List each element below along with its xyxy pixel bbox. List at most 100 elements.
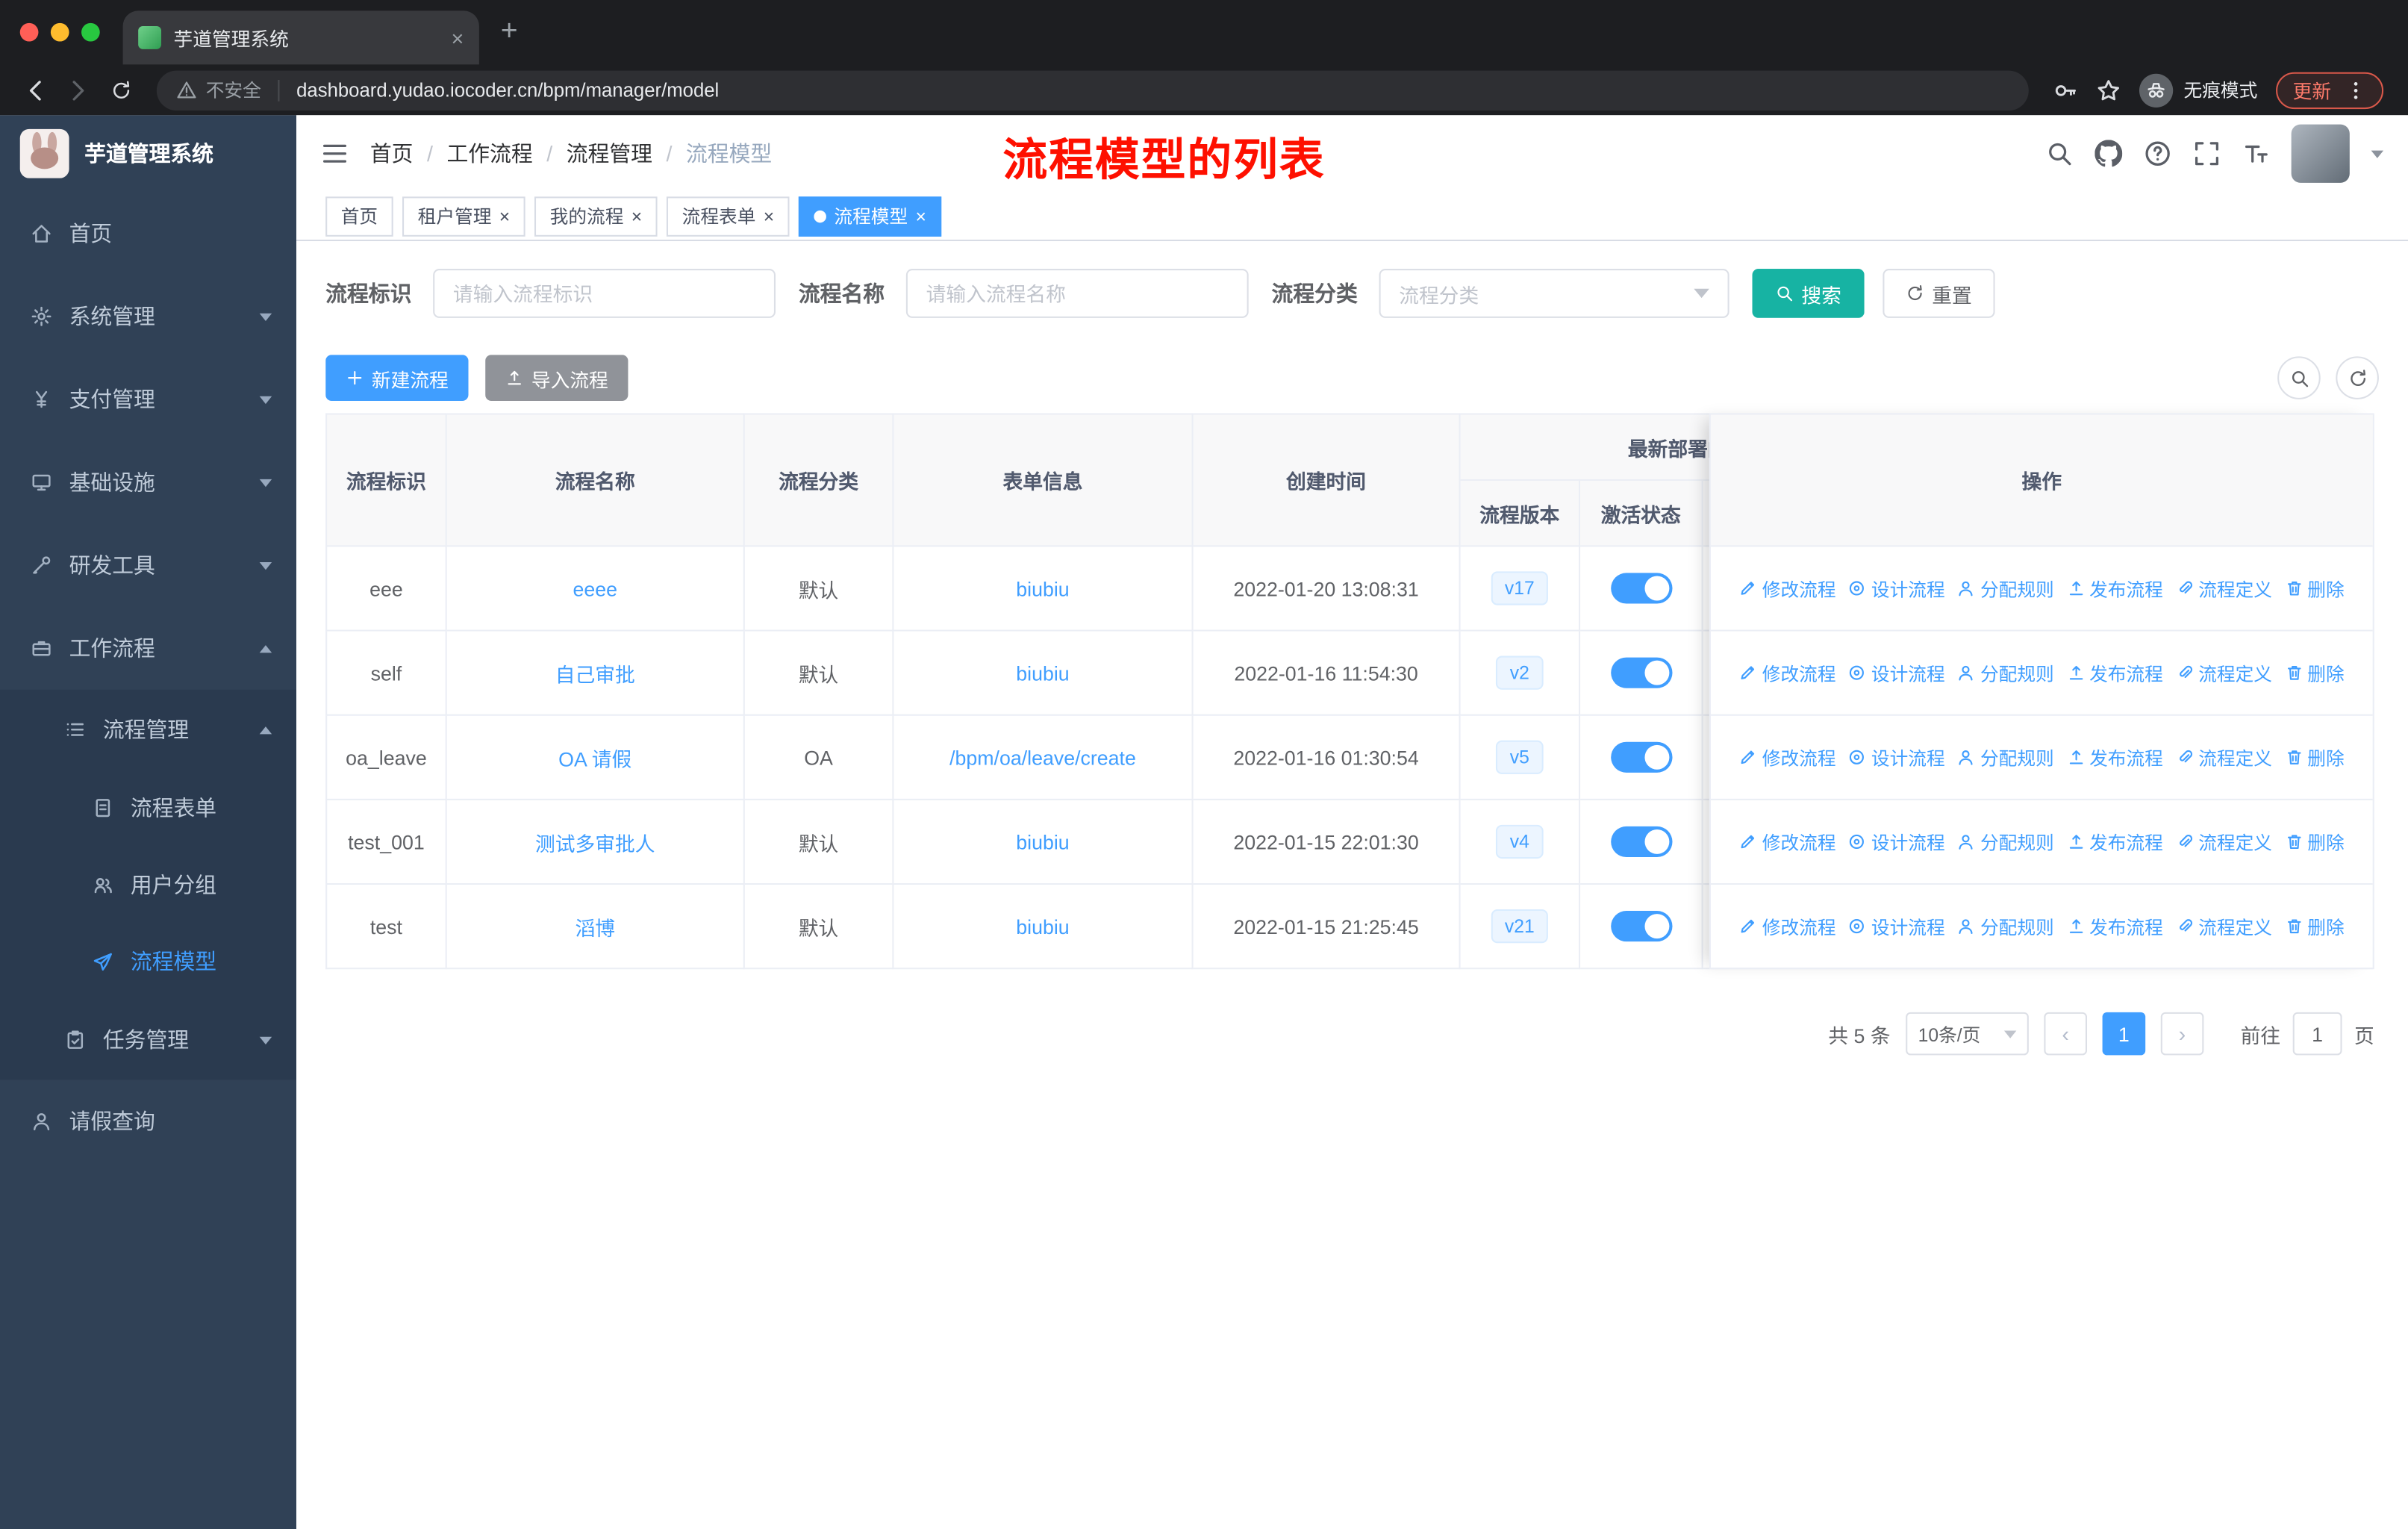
sidebar-item-leave-query[interactable]: 请假查询: [0, 1080, 296, 1162]
tag-home[interactable]: 首页: [325, 196, 393, 236]
page-size-select[interactable]: 10条/页: [1906, 1012, 2029, 1056]
tag-my-process[interactable]: 我的流程 ×: [534, 196, 658, 236]
app-logo-row[interactable]: 芋道管理系统: [0, 115, 296, 192]
design-process-link[interactable]: 设计流程: [1848, 829, 1945, 855]
publish-process-link[interactable]: 发布流程: [2066, 744, 2163, 770]
active-toggle[interactable]: [1610, 911, 1672, 942]
window-close-button[interactable]: [19, 22, 39, 42]
model-name-link[interactable]: 自己审批: [555, 663, 635, 686]
filter-id-input[interactable]: [433, 269, 776, 318]
create-process-button[interactable]: 新建流程: [325, 355, 469, 401]
window-zoom-button[interactable]: [81, 22, 100, 42]
import-process-button[interactable]: 导入流程: [485, 355, 628, 401]
assign-rule-link[interactable]: 分配规则: [1957, 913, 2054, 939]
prev-page-button[interactable]: ‹: [2044, 1012, 2087, 1056]
model-name-link[interactable]: 滔博: [575, 916, 615, 939]
sidebar-item-process-management[interactable]: 流程管理: [0, 690, 296, 770]
design-process-link[interactable]: 设计流程: [1848, 744, 1945, 770]
search-button[interactable]: 搜索: [1752, 269, 1865, 318]
form-link[interactable]: /bpm/oa/leave/create: [949, 746, 1136, 769]
reset-button[interactable]: 重置: [1883, 269, 1995, 318]
delete-process-link[interactable]: 删除: [2284, 913, 2345, 939]
modify-process-link[interactable]: 修改流程: [1739, 575, 1836, 601]
github-icon[interactable]: [2094, 140, 2122, 167]
model-name-link[interactable]: eeee: [573, 577, 617, 600]
assign-rule-link[interactable]: 分配规则: [1957, 829, 2054, 855]
sidebar-item-user-group[interactable]: 用户分组: [0, 847, 296, 924]
next-page-button[interactable]: ›: [2160, 1012, 2204, 1056]
process-definition-link[interactable]: 流程定义: [2175, 660, 2272, 686]
model-name-link[interactable]: 测试多审批人: [535, 832, 655, 855]
publish-process-link[interactable]: 发布流程: [2066, 660, 2163, 686]
form-link[interactable]: biubiu: [1016, 577, 1069, 600]
active-toggle[interactable]: [1610, 573, 1672, 604]
fullscreen-icon[interactable]: [2193, 140, 2221, 167]
active-toggle[interactable]: [1610, 826, 1672, 858]
reload-button[interactable]: [102, 70, 141, 110]
process-definition-link[interactable]: 流程定义: [2175, 575, 2272, 601]
publish-process-link[interactable]: 发布流程: [2066, 575, 2163, 601]
assign-rule-link[interactable]: 分配规则: [1957, 744, 2054, 770]
browser-tab[interactable]: 芋道管理系统 ×: [122, 10, 479, 65]
form-link[interactable]: biubiu: [1016, 830, 1069, 853]
model-name-link[interactable]: OA 请假: [558, 747, 631, 770]
filter-category-select[interactable]: 流程分类: [1379, 269, 1729, 318]
back-button[interactable]: [16, 70, 55, 110]
security-label[interactable]: 不安全: [206, 77, 261, 103]
version-badge[interactable]: v5: [1496, 740, 1544, 774]
sidebar-item-process-model[interactable]: 流程模型: [0, 923, 296, 1000]
delete-process-link[interactable]: 删除: [2284, 575, 2345, 601]
refresh-table-button[interactable]: [2336, 356, 2379, 399]
version-badge[interactable]: v2: [1496, 655, 1544, 690]
process-definition-link[interactable]: 流程定义: [2175, 829, 2272, 855]
font-size-icon[interactable]: [2242, 140, 2270, 167]
sidebar-item-devtools[interactable]: 研发工具: [0, 524, 296, 607]
toggle-search-button[interactable]: [2277, 356, 2321, 399]
goto-page-input[interactable]: [2292, 1012, 2342, 1056]
address-bar[interactable]: 不安全 dashboard.yudao.iocoder.cn/bpm/manag…: [156, 69, 2029, 110]
delete-process-link[interactable]: 删除: [2284, 829, 2345, 855]
tag-process-model[interactable]: 流程模型 ×: [799, 196, 942, 236]
modify-process-link[interactable]: 修改流程: [1739, 660, 1836, 686]
sidebar-item-workflow[interactable]: 工作流程: [0, 607, 296, 690]
tag-process-form[interactable]: 流程表单 ×: [667, 196, 790, 236]
sidebar-item-home[interactable]: 首页: [0, 192, 296, 275]
browser-menu-icon[interactable]: [2345, 79, 2367, 101]
breadcrumb-workflow[interactable]: 工作流程: [446, 138, 532, 169]
new-tab-button[interactable]: +: [501, 17, 518, 46]
url-text[interactable]: dashboard.yudao.iocoder.cn/bpm/manager/m…: [296, 79, 719, 101]
process-definition-link[interactable]: 流程定义: [2175, 744, 2272, 770]
assign-rule-link[interactable]: 分配规则: [1957, 660, 2054, 686]
form-link[interactable]: biubiu: [1016, 915, 1069, 938]
filter-name-input[interactable]: [905, 269, 1249, 318]
password-key-icon[interactable]: [2053, 78, 2078, 102]
tab-close-icon[interactable]: ×: [451, 27, 464, 49]
version-badge[interactable]: v21: [1491, 909, 1549, 944]
delete-process-link[interactable]: 删除: [2284, 660, 2345, 686]
forward-button[interactable]: [58, 70, 98, 110]
publish-process-link[interactable]: 发布流程: [2066, 829, 2163, 855]
update-button[interactable]: 更新: [2276, 71, 2384, 109]
version-badge[interactable]: v17: [1491, 571, 1549, 605]
form-link[interactable]: biubiu: [1016, 661, 1069, 685]
design-process-link[interactable]: 设计流程: [1848, 913, 1945, 939]
version-badge[interactable]: v4: [1496, 824, 1544, 859]
sidebar-item-infrastructure[interactable]: 基础设施: [0, 440, 296, 523]
sidebar-item-task-management[interactable]: 任务管理: [0, 1000, 296, 1080]
current-page-button[interactable]: 1: [2102, 1012, 2146, 1056]
modify-process-link[interactable]: 修改流程: [1739, 913, 1836, 939]
help-icon[interactable]: [2144, 140, 2171, 167]
sidebar-item-payment[interactable]: 支付管理: [0, 358, 296, 440]
search-icon[interactable]: [2045, 140, 2073, 167]
tag-close-icon[interactable]: ×: [764, 207, 774, 225]
tag-close-icon[interactable]: ×: [915, 207, 926, 225]
tag-tenant[interactable]: 租户管理 ×: [402, 196, 525, 236]
user-avatar[interactable]: [2291, 124, 2350, 183]
breadcrumb-process-management[interactable]: 流程管理: [567, 138, 652, 169]
publish-process-link[interactable]: 发布流程: [2066, 913, 2163, 939]
avatar-caret-icon[interactable]: [2371, 149, 2384, 164]
modify-process-link[interactable]: 修改流程: [1739, 829, 1836, 855]
tag-close-icon[interactable]: ×: [499, 207, 510, 225]
active-toggle[interactable]: [1610, 657, 1672, 688]
process-definition-link[interactable]: 流程定义: [2175, 913, 2272, 939]
